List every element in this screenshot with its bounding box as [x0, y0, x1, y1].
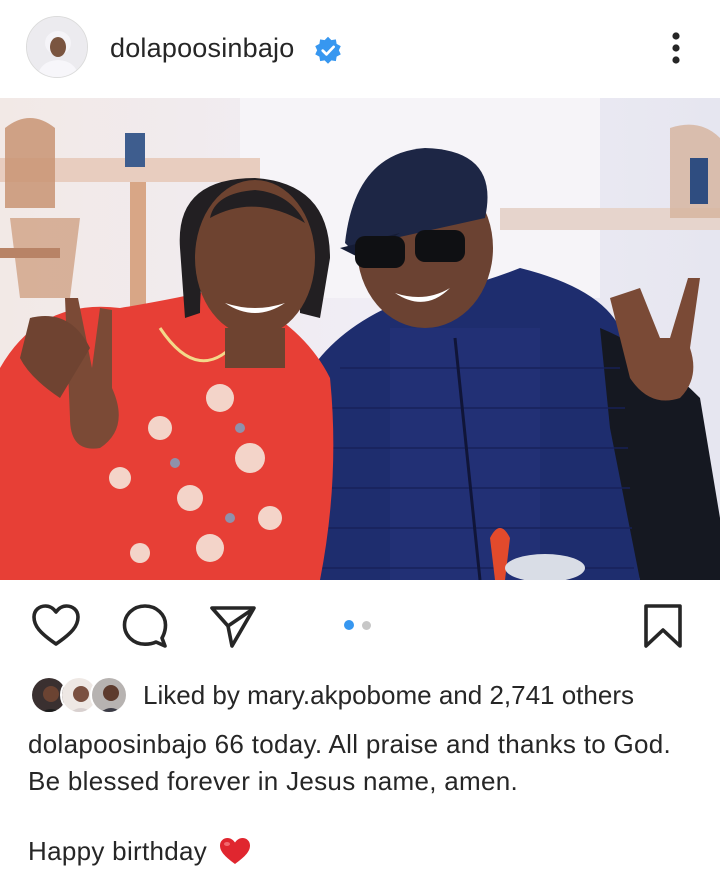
heart-outline-icon[interactable]: [30, 602, 82, 650]
paper-plane-icon[interactable]: [208, 602, 258, 650]
liked-by-text: Liked by mary.akpobome and 2,741 others: [143, 680, 634, 711]
caption-line-2: Happy birthday: [28, 836, 251, 867]
caption-birthday-text: Happy birthday: [28, 836, 208, 866]
comment-bubble-icon[interactable]: [120, 602, 170, 650]
likes-count[interactable]: 2,741 others: [489, 680, 634, 710]
liked-by-prefix: Liked by: [143, 680, 240, 710]
carousel-dot-active[interactable]: [344, 620, 354, 630]
red-heart-emoji-icon: [219, 838, 250, 864]
liker-avatars: [30, 676, 130, 714]
liked-by-and: and: [438, 680, 483, 710]
bookmark-icon[interactable]: [640, 602, 686, 650]
post-username[interactable]: dolapoosinbajo: [110, 33, 294, 64]
post-caption: dolapoosinbajo 66 today. All praise and …: [28, 726, 688, 800]
post-actions: [0, 580, 720, 676]
carousel-indicator: [344, 618, 376, 632]
caption-username[interactable]: dolapoosinbajo: [28, 729, 207, 759]
liked-by-user[interactable]: mary.akpobome: [247, 680, 432, 710]
profile-avatar[interactable]: [26, 16, 88, 78]
likes-row[interactable]: Liked by mary.akpobome and 2,741 others: [0, 676, 720, 716]
carousel-dot[interactable]: [362, 621, 371, 630]
liker-avatar: [90, 676, 128, 714]
post-header: dolapoosinbajo: [0, 0, 720, 98]
post-photo[interactable]: [0, 98, 720, 580]
verified-badge-icon: [315, 36, 341, 64]
more-vertical-icon[interactable]: [660, 28, 692, 68]
